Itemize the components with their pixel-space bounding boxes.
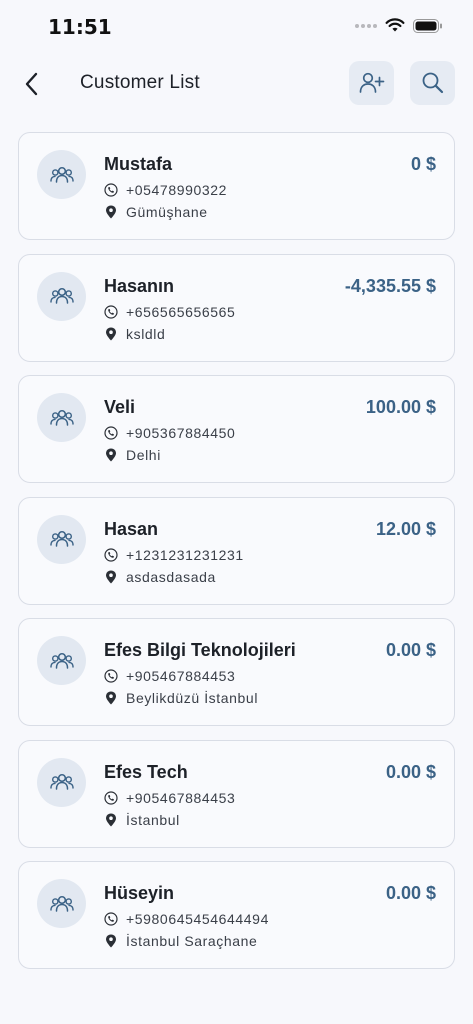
customer-address-row: Delhi [104, 447, 161, 463]
customer-name: Efes Bilgi Teknolojileri [104, 640, 296, 660]
customer-avatar [37, 150, 86, 199]
customer-avatar [37, 271, 86, 321]
location-pin-icon [104, 205, 118, 219]
customer-avatar [37, 393, 86, 442]
customer-name: Hasanın [104, 275, 175, 296]
back-button[interactable] [14, 64, 50, 104]
customer-balance: 0.00 $ [385, 883, 436, 903]
customer-address-row: Gümüşhane [104, 204, 208, 220]
users-group-icon [49, 895, 74, 912]
customer-balance: 0.00 $ [385, 761, 436, 782]
chevron-left-icon [25, 72, 38, 96]
customer-card[interactable]: Hasan 12.00 $ +1231231231231 asdasdasada [18, 496, 455, 605]
customer-name: Hüseyin [104, 883, 175, 903]
customer-phone: +905467884453 [126, 668, 236, 684]
customer-address: asdasdasada [126, 568, 216, 585]
customer-address-row: Beylikdüzü İstanbul [104, 690, 258, 706]
search-button[interactable] [410, 61, 455, 105]
customer-balance: 100.00 $ [365, 397, 436, 417]
customer-card[interactable]: Mustafa 0 $ +05478990322 Gümüşhane [18, 132, 455, 240]
customer-address: İstanbul Saraçhane [126, 933, 258, 949]
customer-phone-row: +05478990322 [104, 182, 227, 198]
phone-icon [104, 304, 118, 319]
customer-avatar [37, 514, 86, 564]
customer-address: Beylikdüzü İstanbul [126, 690, 259, 706]
customer-phone-row: +5980645454644494 [104, 911, 269, 927]
users-group-icon [49, 287, 74, 304]
customer-name: Mustafa [104, 154, 173, 174]
customer-card[interactable]: Efes Bilgi Teknolojileri 0.00 $ +9054678… [18, 618, 455, 726]
customer-address: Gümüşhane [126, 204, 208, 220]
battery-icon [413, 18, 442, 33]
location-pin-icon [104, 327, 118, 341]
users-group-icon [49, 530, 74, 547]
customer-name: Veli [104, 397, 136, 417]
status-icons [355, 18, 443, 33]
location-pin-icon [104, 570, 118, 584]
location-pin-icon [104, 813, 118, 827]
customer-phone: +905367884450 [126, 425, 236, 441]
phone-icon [104, 426, 118, 440]
phone-icon [104, 547, 118, 562]
users-group-icon [49, 773, 74, 790]
customer-phone-row: +1231231231231 [104, 547, 244, 563]
customer-phone-row: +656565656565 [104, 304, 235, 320]
cellular-signal-icon [355, 23, 377, 28]
location-pin-icon [104, 448, 118, 462]
customer-avatar [37, 636, 86, 685]
customer-card[interactable]: Hasanın -4,335.55 $ +656565656565 ksldld [18, 253, 455, 362]
customer-balance: -4,335.55 $ [344, 275, 436, 296]
status-bar: 11:51 [0, 0, 473, 54]
customer-avatar [37, 757, 86, 807]
header: Customer List [0, 58, 473, 110]
customer-address-row: İstanbul [104, 812, 180, 828]
customer-phone-row: +905467884453 [104, 668, 235, 684]
customer-phone-row: +905367884450 [104, 425, 235, 441]
customer-address-row: İstanbul Saraçhane [104, 933, 257, 949]
add-customer-button[interactable] [349, 61, 394, 105]
users-group-icon [49, 166, 74, 183]
customer-balance: 0.00 $ [385, 640, 436, 660]
customer-card[interactable]: Efes Tech 0.00 $ +905467884453 İstanbul [18, 739, 455, 848]
customer-phone-row: +905467884453 [104, 790, 235, 806]
customer-list: Mustafa 0 $ +05478990322 Gümüşhane Hasan… [18, 132, 455, 983]
phone-icon [104, 912, 118, 926]
phone-icon [104, 183, 118, 197]
location-pin-icon [104, 934, 118, 948]
customer-phone: +5980645454644494 [126, 911, 269, 927]
search-icon [422, 72, 443, 94]
phone-icon [104, 669, 118, 683]
customer-card[interactable]: Veli 100.00 $ +905367884450 Delhi [18, 375, 455, 483]
customer-address-row: asdasdasada [104, 569, 216, 585]
customer-address-row: ksldld [104, 326, 165, 342]
customer-phone: +656565656565 [126, 303, 236, 320]
users-group-icon [49, 409, 74, 426]
customer-balance: 12.00 $ [375, 518, 436, 539]
customer-card[interactable]: Hüseyin 0.00 $ +5980645454644494 İstanbu… [18, 861, 455, 969]
customer-avatar [37, 879, 86, 928]
customer-address: İstanbul [126, 811, 180, 828]
add-user-icon [359, 72, 384, 93]
customer-address: ksldld [126, 325, 166, 342]
customer-balance: 0 $ [410, 154, 436, 174]
customer-phone: +905467884453 [126, 789, 236, 806]
wifi-icon [385, 18, 405, 32]
users-group-icon [49, 652, 74, 669]
customer-phone: +1231231231231 [126, 546, 244, 563]
customer-name: Efes Tech [104, 761, 188, 782]
phone-icon [104, 790, 118, 805]
status-time: 11:51 [48, 15, 112, 39]
location-pin-icon [104, 691, 118, 705]
page-title: Customer List [80, 72, 200, 93]
customer-address: Delhi [126, 447, 161, 463]
customer-name: Hasan [104, 518, 159, 539]
customer-phone: +05478990322 [126, 182, 228, 198]
